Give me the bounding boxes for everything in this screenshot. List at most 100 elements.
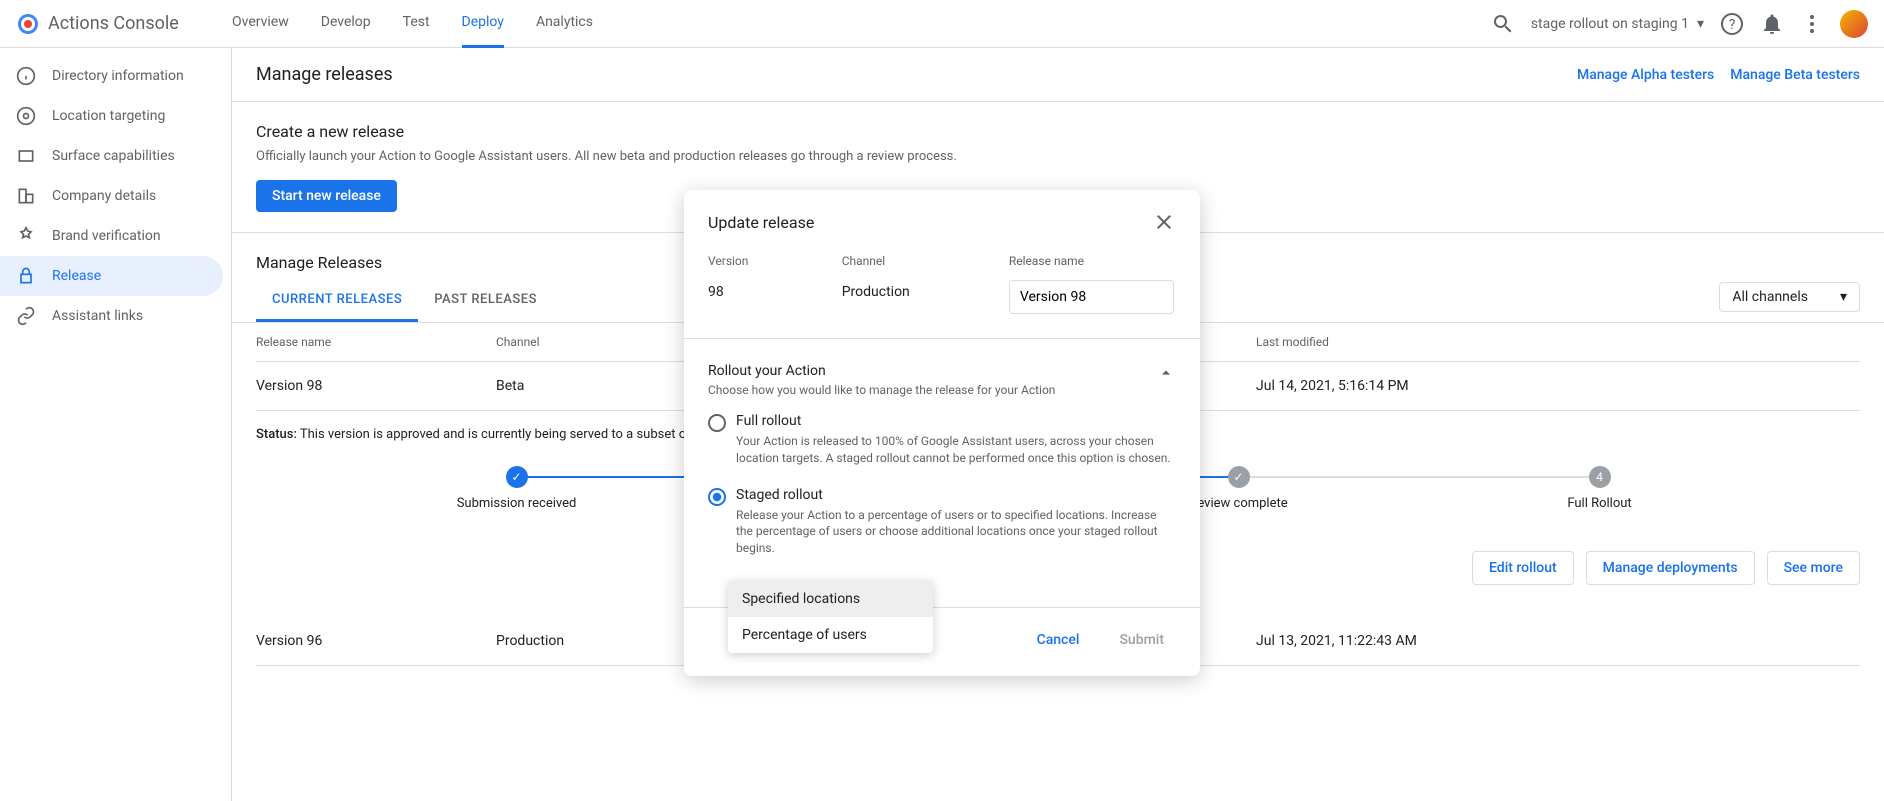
radio-desc: Your Action is released to 100% of Googl… xyxy=(736,433,1176,467)
release-name: Version 96 xyxy=(256,633,496,649)
channel-filter-select[interactable]: All channels ▾ xyxy=(1719,282,1860,312)
step-label: Submission received xyxy=(457,496,577,511)
submit-button[interactable]: Submit xyxy=(1107,624,1176,656)
edit-rollout-button[interactable]: Edit rollout xyxy=(1472,551,1574,585)
sidebar-item-directory[interactable]: Directory information xyxy=(0,56,223,96)
search-icon[interactable] xyxy=(1491,12,1515,36)
sidebar: Directory information Location targeting… xyxy=(0,48,232,801)
manage-alpha-button[interactable]: Manage Alpha testers xyxy=(1577,67,1714,83)
step-label: Review complete xyxy=(1189,496,1287,511)
header-actions: Manage Alpha testers Manage Beta testers xyxy=(1577,67,1860,83)
status-label: Status: xyxy=(256,427,297,442)
sidebar-item-label: Surface capabilities xyxy=(52,148,175,164)
step-number: 4 xyxy=(1589,466,1611,488)
devices-icon xyxy=(16,146,36,166)
tab-current-releases[interactable]: CURRENT RELEASES xyxy=(256,280,418,322)
channel-filter-value: All channels xyxy=(1732,289,1808,305)
create-desc: Officially launch your Action to Google … xyxy=(256,149,1860,164)
header-right: stage rollout on staging 1 ? xyxy=(1491,10,1868,38)
tab-deploy[interactable]: Deploy xyxy=(462,0,504,48)
tab-test[interactable]: Test xyxy=(403,0,430,48)
radio-desc: Release your Action to a percentage of u… xyxy=(736,507,1176,557)
cancel-button[interactable]: Cancel xyxy=(1025,624,1092,656)
sidebar-item-label: Location targeting xyxy=(52,108,165,124)
project-name: stage rollout on staging 1 xyxy=(1531,16,1689,32)
verified-icon xyxy=(16,226,36,246)
release-modified: Jul 13, 2021, 11:22:43 AM xyxy=(1256,633,1860,649)
dropdown-percentage-users[interactable]: Percentage of users xyxy=(728,617,933,653)
status-text: This version is approved and is currentl… xyxy=(300,427,729,442)
google-logo-icon xyxy=(16,12,40,36)
radio-label: Staged rollout xyxy=(736,487,1176,503)
name-label: Release name xyxy=(1009,254,1176,268)
channel-label: Channel xyxy=(842,254,1009,268)
manage-beta-button[interactable]: Manage Beta testers xyxy=(1730,67,1860,83)
sidebar-item-links[interactable]: Assistant links xyxy=(0,296,223,336)
release-name-input[interactable] xyxy=(1009,280,1174,314)
rollout-section: Rollout your Action Choose how you would… xyxy=(708,363,1176,557)
avatar[interactable] xyxy=(1840,10,1868,38)
close-icon[interactable] xyxy=(1152,210,1176,234)
release-modified: Jul 14, 2021, 5:16:14 PM xyxy=(1256,378,1860,394)
sidebar-item-location[interactable]: Location targeting xyxy=(0,96,223,136)
radio-icon xyxy=(708,488,726,506)
create-title: Create a new release xyxy=(256,122,1860,141)
rollout-desc: Choose how you would like to manage the … xyxy=(708,383,1055,397)
help-icon[interactable]: ? xyxy=(1720,12,1744,36)
channel-value: Production xyxy=(842,284,1009,300)
see-more-button[interactable]: See more xyxy=(1767,551,1860,585)
step-full-rollout: 4 Full Rollout xyxy=(1419,466,1780,511)
release-name: Version 98 xyxy=(256,378,496,394)
top-nav-tabs: Overview Develop Test Deploy Analytics xyxy=(232,0,593,48)
dropdown-specified-locations[interactable]: Specified locations xyxy=(728,581,933,617)
modal-title: Update release xyxy=(708,213,814,232)
tab-develop[interactable]: Develop xyxy=(321,0,371,48)
release-info: Version 98 Channel Production Release na… xyxy=(708,254,1176,314)
sidebar-item-surface[interactable]: Surface capabilities xyxy=(0,136,223,176)
logo[interactable]: Actions Console xyxy=(16,12,232,36)
sidebar-item-label: Brand verification xyxy=(52,228,161,244)
check-icon: ✓ xyxy=(506,466,528,488)
page-title: Manage releases xyxy=(256,64,393,85)
notifications-icon[interactable] xyxy=(1760,12,1784,36)
col-release-name: Release name xyxy=(256,335,496,349)
rollout-header[interactable]: Rollout your Action Choose how you would… xyxy=(708,363,1176,397)
project-selector[interactable]: stage rollout on staging 1 xyxy=(1531,16,1704,32)
top-header: Actions Console Overview Develop Test De… xyxy=(0,0,1884,48)
radio-staged-rollout[interactable]: Staged rollout Release your Action to a … xyxy=(708,487,1176,557)
modal-body: Version 98 Channel Production Release na… xyxy=(684,254,1200,557)
chevron-down-icon: ▾ xyxy=(1840,289,1847,305)
sidebar-item-label: Directory information xyxy=(52,68,184,84)
sidebar-item-label: Release xyxy=(52,268,101,284)
sidebar-item-label: Assistant links xyxy=(52,308,143,324)
tab-past-releases[interactable]: PAST RELEASES xyxy=(418,280,553,322)
check-icon: ✓ xyxy=(1228,466,1250,488)
start-new-release-button[interactable]: Start new release xyxy=(256,180,397,212)
tab-overview[interactable]: Overview xyxy=(232,0,289,48)
sidebar-item-brand[interactable]: Brand verification xyxy=(0,216,223,256)
page-header: Manage releases Manage Alpha testers Man… xyxy=(232,48,1884,102)
update-release-modal: Update release Version 98 Channel Produc… xyxy=(684,190,1200,676)
sidebar-item-release[interactable]: Release xyxy=(0,256,223,296)
link-icon xyxy=(16,306,36,326)
sidebar-item-company[interactable]: Company details xyxy=(0,176,223,216)
modal-header: Update release xyxy=(684,190,1200,254)
location-icon xyxy=(16,106,36,126)
sidebar-item-label: Company details xyxy=(52,188,156,204)
radio-label: Full rollout xyxy=(736,413,1176,429)
domain-icon xyxy=(16,186,36,206)
more-icon[interactable] xyxy=(1800,12,1824,36)
manage-deployments-button[interactable]: Manage deployments xyxy=(1586,551,1755,585)
chevron-up-icon xyxy=(1156,363,1176,383)
lock-icon xyxy=(16,266,36,286)
logo-text: Actions Console xyxy=(48,13,179,34)
step-label: Full Rollout xyxy=(1567,496,1631,511)
radio-full-rollout[interactable]: Full rollout Your Action is released to … xyxy=(708,413,1176,467)
version-value: 98 xyxy=(708,284,842,300)
staged-rollout-dropdown: Specified locations Percentage of users xyxy=(728,581,933,653)
tab-analytics[interactable]: Analytics xyxy=(536,0,593,48)
radio-icon xyxy=(708,414,726,432)
rollout-title: Rollout your Action xyxy=(708,363,1055,379)
rollout-options: Full rollout Your Action is released to … xyxy=(708,413,1176,557)
version-label: Version xyxy=(708,254,842,268)
